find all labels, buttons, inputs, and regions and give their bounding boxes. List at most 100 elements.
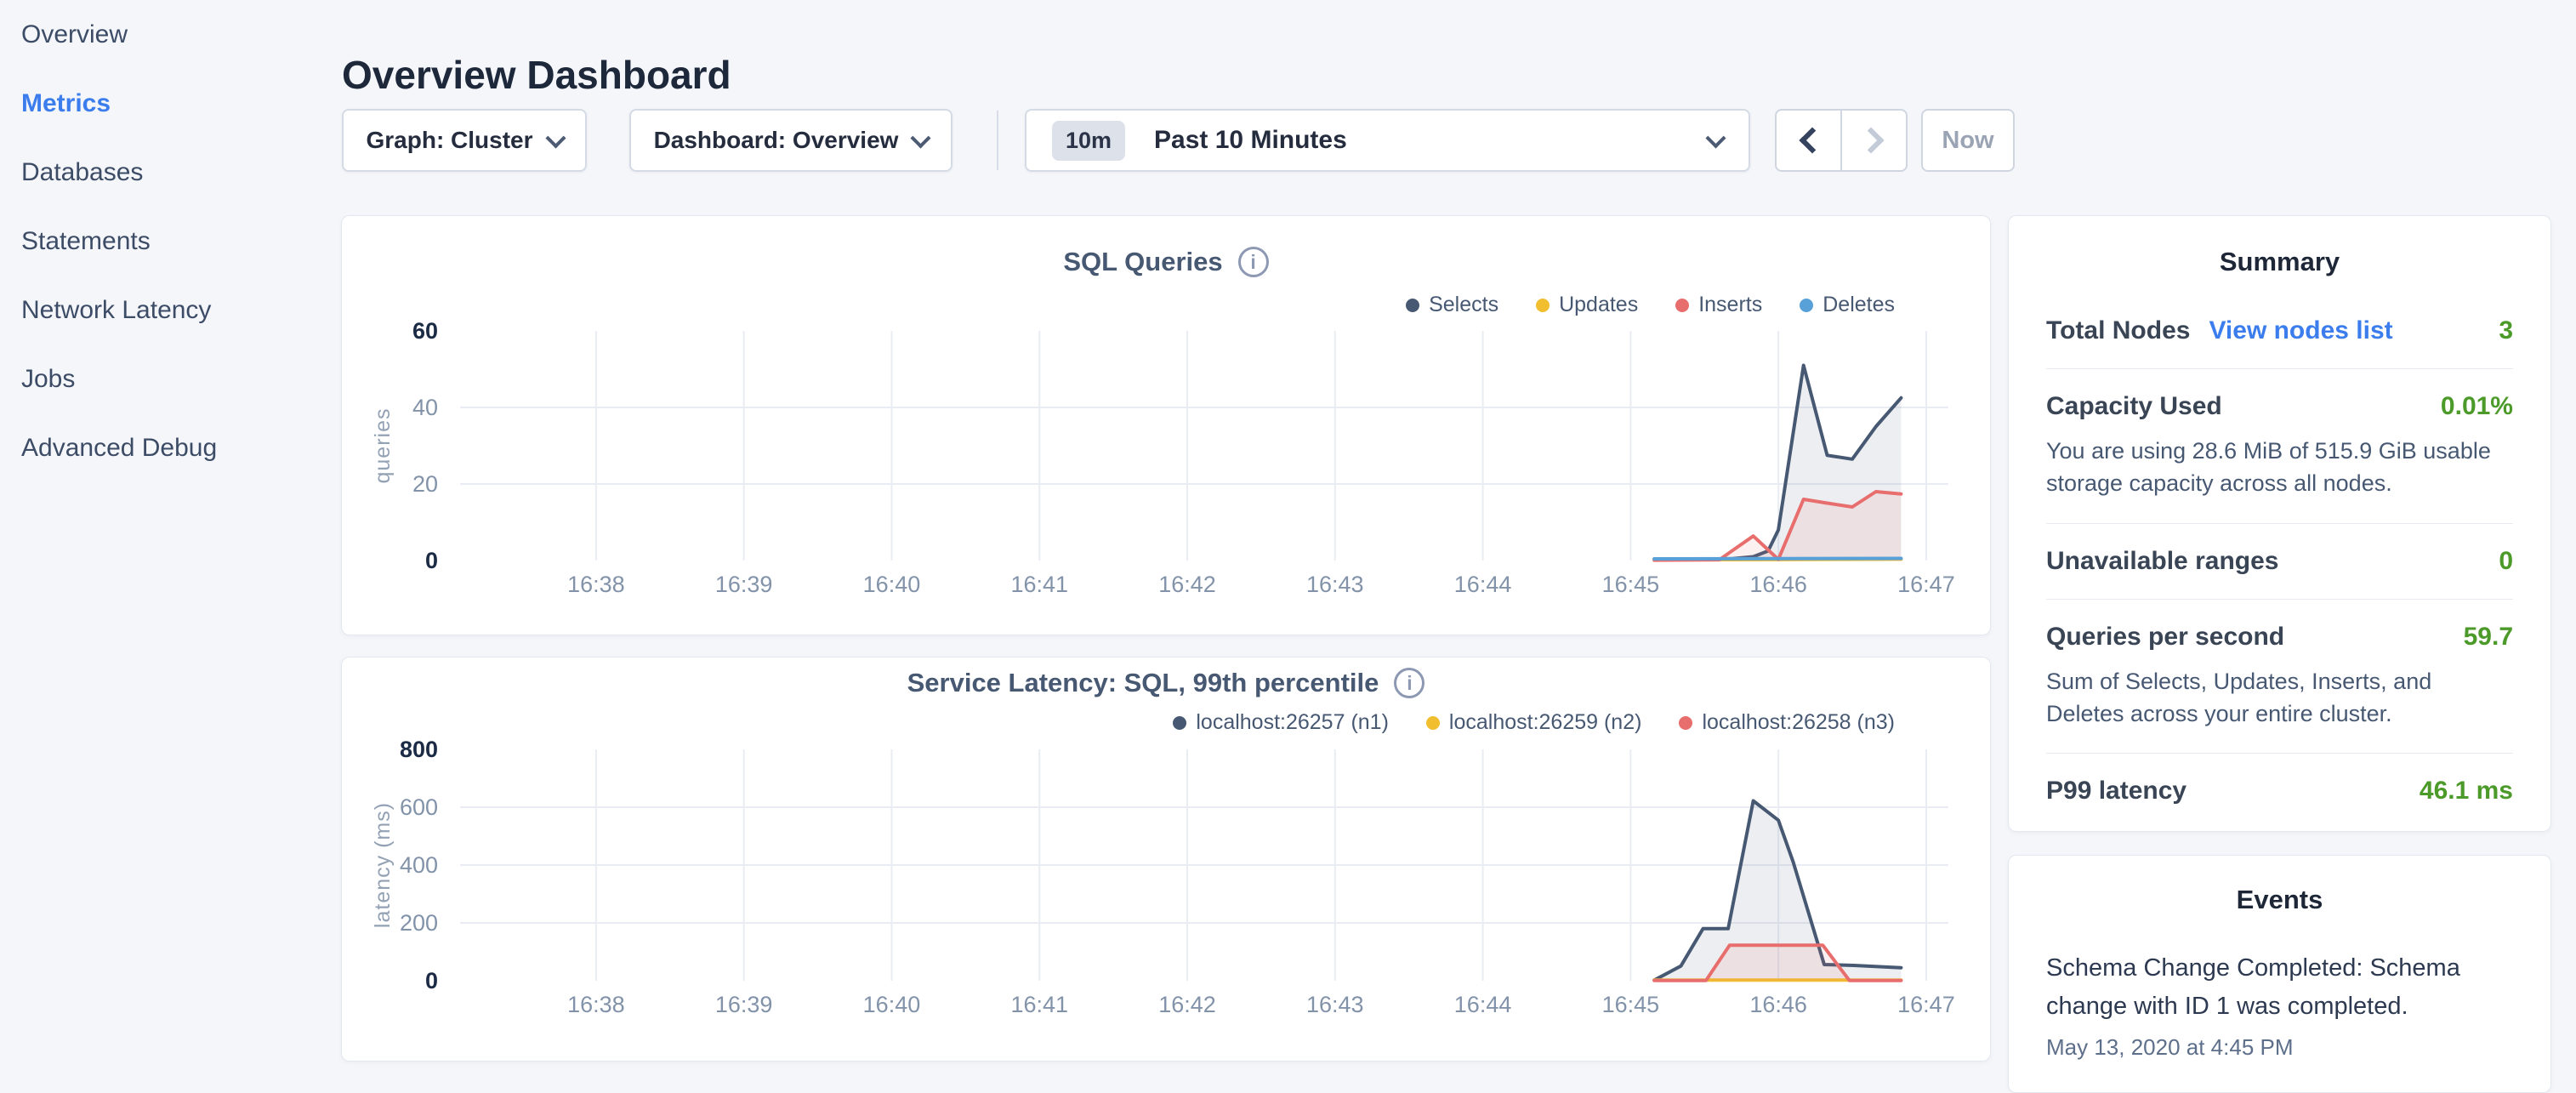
svg-text:16:44: 16:44: [1454, 992, 1512, 1017]
legend-item[interactable]: Selects: [1406, 293, 1498, 317]
dashboard-dropdown[interactable]: Dashboard: Overview: [629, 109, 952, 172]
legend-item[interactable]: Inserts: [1675, 293, 1762, 317]
sidebar-item-overview[interactable]: Overview: [21, 0, 340, 69]
summary-row: Capacity Used 0.01% You are using 28.6 M…: [2046, 369, 2513, 524]
summary-row-label: P99 latency: [2046, 777, 2186, 806]
summary-row-value: 0: [2499, 547, 2513, 576]
svg-text:16:45: 16:45: [1602, 572, 1660, 597]
event-item[interactable]: Schema Change Completed: Schema change w…: [2046, 949, 2513, 1061]
svg-text:16:39: 16:39: [715, 572, 773, 597]
time-range-dropdown[interactable]: 10m Past 10 Minutes: [1025, 109, 1750, 172]
now-button[interactable]: Now: [1921, 109, 2015, 172]
legend-dot-icon: [1800, 299, 1813, 312]
chart-title-row: Service Latency: SQL, 99th percentile i: [342, 668, 1990, 698]
graph-scope-dropdown-label: Graph: Cluster: [366, 127, 532, 154]
summary-row: Queries per second 59.7 Sum of Selects, …: [2046, 600, 2513, 754]
page-title: Overview Dashboard: [342, 52, 731, 98]
sidebar-item-metrics[interactable]: Metrics: [21, 69, 340, 138]
legend-label: Inserts: [1698, 293, 1762, 317]
svg-text:16:46: 16:46: [1749, 572, 1807, 597]
legend-label: Deletes: [1823, 293, 1895, 317]
summary-row-description: You are using 28.6 MiB of 515.9 GiB usab…: [2046, 435, 2513, 500]
svg-text:16:47: 16:47: [1897, 572, 1955, 597]
legend-label: localhost:26259 (n2): [1449, 710, 1642, 735]
chevron-down-icon: [545, 128, 566, 148]
svg-text:16:47: 16:47: [1897, 992, 1955, 1017]
view-nodes-list-link[interactable]: View nodes list: [2209, 316, 2392, 345]
time-next-button[interactable]: [1840, 111, 1906, 170]
legend-label: localhost:26258 (n3): [1702, 710, 1895, 735]
info-icon[interactable]: i: [1394, 668, 1424, 698]
graph-scope-dropdown[interactable]: Graph: Cluster: [342, 109, 587, 172]
controls-divider: [997, 111, 998, 170]
legend-dot-icon: [1679, 716, 1692, 730]
sidebar-item-databases[interactable]: Databases: [21, 138, 340, 207]
svg-text:16:40: 16:40: [863, 992, 921, 1017]
legend-label: Updates: [1559, 293, 1638, 317]
svg-text:queries: queries: [371, 408, 395, 484]
legend-dot-icon: [1675, 299, 1689, 312]
legend-dot-icon: [1536, 299, 1550, 312]
svg-text:0: 0: [425, 548, 438, 573]
summary-row-label: Capacity Used: [2046, 392, 2222, 421]
sidebar: OverviewMetricsDatabasesStatementsNetwor…: [0, 0, 340, 1051]
chart-title-row: SQL Queries i: [342, 247, 1990, 277]
legend-item[interactable]: localhost:26257 (n1): [1173, 710, 1389, 735]
summary-row-value: 46.1 ms: [2420, 777, 2513, 806]
svg-text:16:40: 16:40: [863, 572, 921, 597]
svg-text:800: 800: [400, 737, 438, 762]
sql-queries-chart-card: 16:38 16:39 16:40 16:41 16:42 16:43 16:44 16:45…: [341, 215, 1991, 635]
sql-queries-chart[interactable]: 16:38 16:39 16:40 16:41 16:42 16:43 16:44 16:45…: [342, 216, 1992, 636]
summary-row-label: Total Nodes: [2046, 316, 2190, 345]
dashboard-dropdown-label: Dashboard: Overview: [654, 127, 899, 154]
svg-text:16:41: 16:41: [1010, 992, 1068, 1017]
chevron-left-icon: [1799, 127, 1825, 153]
sidebar-item-jobs[interactable]: Jobs: [21, 344, 340, 413]
svg-text:60: 60: [412, 318, 438, 344]
time-prev-button[interactable]: [1777, 111, 1840, 170]
summary-row: Total Nodes View nodes list 3: [2046, 277, 2513, 369]
legend-dot-icon: [1406, 299, 1419, 312]
chevron-down-icon: [1705, 128, 1726, 148]
legend-dot-icon: [1426, 716, 1440, 730]
svg-text:40: 40: [412, 395, 438, 420]
summary-row-label: Queries per second: [2046, 623, 2284, 652]
summary-row-description: Sum of Selects, Updates, Inserts, and De…: [2046, 665, 2513, 731]
svg-text:16:43: 16:43: [1306, 572, 1364, 597]
events-title: Events: [2046, 885, 2513, 915]
sidebar-item-statements[interactable]: Statements: [21, 207, 340, 276]
legend-label: Selects: [1429, 293, 1498, 317]
svg-text:16:41: 16:41: [1010, 572, 1068, 597]
sidebar-item-advanced-debug[interactable]: Advanced Debug: [21, 413, 340, 482]
svg-text:16:42: 16:42: [1158, 572, 1216, 597]
legend-dot-icon: [1173, 716, 1186, 730]
svg-text:16:38: 16:38: [567, 992, 625, 1017]
legend-item[interactable]: Deletes: [1800, 293, 1895, 317]
svg-text:200: 200: [400, 910, 438, 936]
legend-item[interactable]: localhost:26259 (n2): [1426, 710, 1642, 735]
svg-text:16:44: 16:44: [1454, 572, 1512, 597]
events-panel: Events Schema Change Completed: Schema c…: [2008, 855, 2551, 1093]
svg-text:16:43: 16:43: [1306, 992, 1364, 1017]
chart-legend: localhost:26257 (n1) localhost:26259 (n2…: [1173, 710, 1895, 735]
svg-text:16:42: 16:42: [1158, 992, 1216, 1017]
svg-text:20: 20: [412, 471, 438, 497]
svg-text:16:39: 16:39: [715, 992, 773, 1017]
summary-row-label: Unavailable ranges: [2046, 547, 2278, 576]
info-icon[interactable]: i: [1238, 247, 1269, 277]
time-range-badge: 10m: [1052, 121, 1125, 161]
sidebar-item-network-latency[interactable]: Network Latency: [21, 276, 340, 344]
legend-label: localhost:26257 (n1): [1196, 710, 1389, 735]
svg-text:16:45: 16:45: [1602, 992, 1660, 1017]
svg-text:16:38: 16:38: [567, 572, 625, 597]
svg-text:latency (ms): latency (ms): [371, 802, 395, 928]
legend-item[interactable]: Updates: [1536, 293, 1638, 317]
legend-item[interactable]: localhost:26258 (n3): [1679, 710, 1895, 735]
chevron-right-icon: [1857, 127, 1884, 153]
summary-panel: Summary Total Nodes View nodes list 3 Ca…: [2008, 215, 2551, 832]
chart-title: Service Latency: SQL, 99th percentile: [907, 668, 1379, 698]
service-latency-chart-card: 16:38 16:39 16:40 16:41 16:42 16:43 16:44 16:45…: [341, 657, 1991, 1062]
svg-text:0: 0: [425, 968, 438, 993]
event-timestamp: May 13, 2020 at 4:45 PM: [2046, 1034, 2513, 1061]
summary-row: P99 latency 46.1 ms: [2046, 754, 2513, 828]
